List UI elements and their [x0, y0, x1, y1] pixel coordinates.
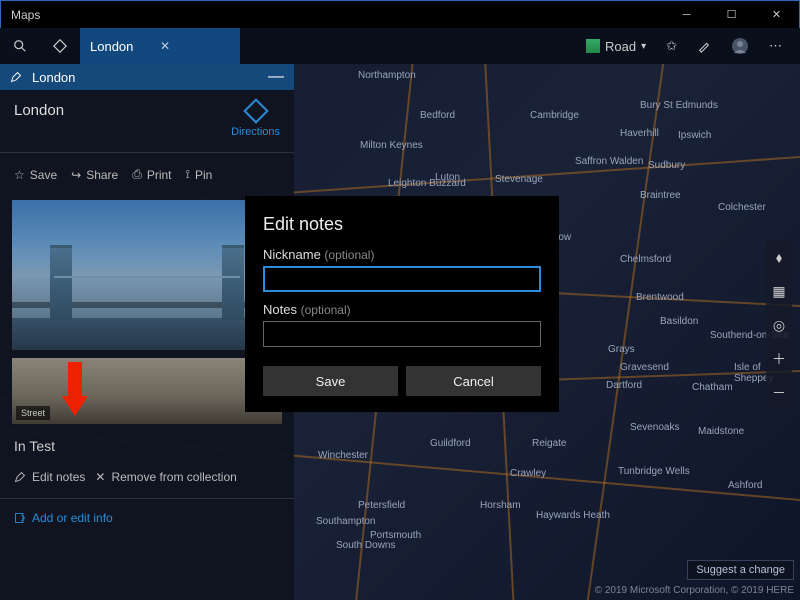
panel-header[interactable]: London — [0, 64, 294, 90]
minimize-button[interactable]: ─ [664, 1, 709, 29]
nickname-input[interactable] [263, 266, 541, 292]
pencil-icon [10, 71, 22, 83]
remove-from-collection-button[interactable]: ✕ Remove from collection [95, 470, 236, 484]
print-icon: ⎙ [132, 167, 142, 182]
city-label: Reigate [532, 438, 566, 449]
streetside-image[interactable]: Street [12, 358, 282, 424]
edit-notes-dialog: Edit notes Nickname (optional) Notes (op… [245, 196, 559, 412]
chevron-down-icon: ▾ [641, 41, 646, 52]
notes-input[interactable] [263, 321, 541, 347]
map-controls: ⬧ ▦ ◎ ＋ － [766, 240, 792, 410]
city-label: Braintree [640, 190, 681, 201]
close-icon: ✕ [95, 470, 105, 484]
tab-label: London [90, 39, 160, 54]
city-label: Dartford [606, 380, 642, 391]
city-label: Bedford [420, 110, 455, 121]
window-title: Maps [1, 8, 664, 22]
print-action[interactable]: ⎙Print [126, 163, 177, 186]
directions-button[interactable]: Directions [231, 102, 280, 138]
star-icon: ☆ [14, 168, 25, 182]
close-tab-icon[interactable]: ✕ [160, 39, 230, 53]
city-label: Haywards Heath [536, 510, 610, 521]
city-label: Chelmsford [620, 254, 671, 265]
city-label: Ipswich [678, 130, 711, 141]
favorites-icon[interactable]: ✩ [656, 28, 687, 64]
city-label: Cambridge [530, 110, 579, 121]
location-image[interactable] [12, 200, 282, 350]
map-style-label: Road [605, 39, 636, 54]
city-label: Milton Keynes [360, 140, 423, 151]
app-toolbar: London ✕ Road ▾ ✩ ⋯ [0, 28, 800, 64]
zoom-in-button[interactable]: ＋ [766, 342, 792, 376]
city-label: Brentwood [636, 292, 684, 303]
search-icon[interactable] [0, 28, 40, 64]
city-label: Northampton [358, 70, 416, 81]
city-label: Gravesend [620, 362, 669, 373]
compass-icon[interactable]: ⬧ [766, 240, 792, 274]
collapse-icon[interactable]: — [268, 68, 284, 86]
city-label: Ashford [728, 480, 762, 491]
city-label: Crawley [510, 468, 546, 479]
share-action[interactable]: ↪Share [65, 163, 124, 186]
ink-icon[interactable] [687, 28, 721, 64]
save-action[interactable]: ☆Save [8, 163, 63, 186]
directions-icon [243, 98, 268, 123]
city-label: Winchester [318, 450, 368, 461]
pencil-icon [14, 471, 26, 483]
edit-icon [14, 512, 26, 524]
city-label: Grays [608, 344, 635, 355]
city-label: Stevenage [495, 174, 543, 185]
nickname-label: Nickname (optional) [263, 247, 541, 262]
window-titlebar: Maps ─ ☐ ✕ [0, 0, 800, 28]
annotation-arrow [62, 362, 88, 416]
city-label: Leighton Buzzard [388, 178, 466, 189]
city-label: Chatham [692, 382, 733, 393]
collection-header: In Test [0, 424, 294, 462]
city-label: Saffron Walden [575, 156, 643, 167]
more-icon[interactable]: ⋯ [759, 28, 792, 64]
account-icon[interactable] [721, 28, 759, 64]
search-tab[interactable]: London ✕ [80, 28, 240, 64]
city-label: Maidstone [698, 426, 744, 437]
dialog-title: Edit notes [263, 214, 541, 235]
location-name: London [14, 102, 231, 119]
save-button[interactable]: Save [263, 366, 398, 396]
city-label: Southampton [316, 516, 376, 527]
notes-label: Notes (optional) [263, 302, 541, 317]
suggest-change-button[interactable]: Suggest a change [687, 560, 794, 580]
map-style-dropdown[interactable]: Road ▾ [576, 28, 656, 64]
share-icon: ↪ [71, 168, 81, 182]
pin-action[interactable]: ⟟Pin [180, 163, 219, 186]
city-label: Tunbridge Wells [618, 466, 690, 477]
close-window-button[interactable]: ✕ [754, 1, 799, 29]
copyright-text: © 2019 Microsoft Corporation, © 2019 HER… [595, 585, 794, 596]
city-label: Horsham [480, 500, 521, 511]
maximize-button[interactable]: ☐ [709, 1, 754, 29]
city-label: South Downs [336, 540, 395, 551]
city-label: Sevenoaks [630, 422, 679, 433]
city-label: Basildon [660, 316, 698, 327]
city-label: Colchester [718, 202, 766, 213]
tilt-icon[interactable]: ▦ [766, 274, 792, 308]
city-label: Guildford [430, 438, 471, 449]
city-label: Bury St Edmunds [640, 100, 718, 111]
panel-header-title: London [32, 70, 75, 85]
pin-icon: ⟟ [186, 167, 190, 182]
directions-label: Directions [231, 126, 280, 138]
locate-icon[interactable]: ◎ [766, 308, 792, 342]
cancel-button[interactable]: Cancel [406, 366, 541, 396]
city-label: Haverhill [620, 128, 659, 139]
add-edit-info-link[interactable]: Add or edit info [0, 499, 294, 537]
city-label: Sudbury [648, 160, 685, 171]
city-label: Petersfield [358, 500, 405, 511]
streetside-label: Street [16, 406, 50, 420]
edit-notes-button[interactable]: Edit notes [14, 470, 85, 484]
zoom-out-button[interactable]: － [766, 376, 792, 410]
directions-nav-icon[interactable] [40, 28, 80, 64]
